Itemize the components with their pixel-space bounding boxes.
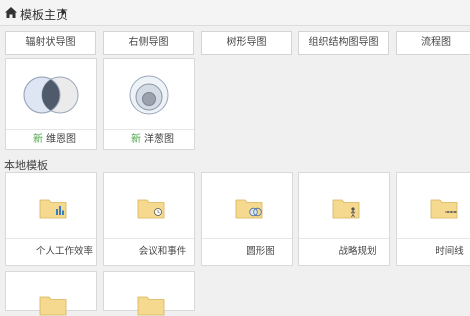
new-badge: 新 (33, 134, 43, 145)
folder-icon (137, 296, 165, 316)
template-card-partial[interactable] (5, 271, 97, 316)
venn-label: 维恩图 (46, 134, 76, 145)
onion-label: 洋葱图 (144, 134, 174, 145)
venn-diagram-icon (23, 76, 79, 114)
chevron-right-icon (62, 8, 66, 16)
folder-icon (39, 199, 67, 219)
section-title: 本地模板 (4, 159, 48, 172)
template-label: 会议和事件 (104, 238, 194, 265)
template-personal-productivity[interactable]: 个人工作效率 (5, 172, 97, 266)
home-icon[interactable] (4, 6, 18, 19)
template-label: 圆形图 (202, 238, 292, 265)
onion-diagram-icon (129, 75, 169, 115)
layout-radial-button[interactable]: 辐射状导图 (5, 31, 96, 55)
folder-icon (235, 199, 263, 219)
template-home-content: 辐射状导图 右侧导图 树形导图 组织结构图导图 流程图 新维恩图 新洋葱图 本地… (0, 26, 470, 316)
folder-icon (39, 296, 67, 316)
folder-icon (332, 199, 360, 219)
template-meetings-events[interactable]: 会议和事件 (103, 172, 195, 266)
onion-caption: 新洋葱图 (104, 129, 194, 149)
template-label: 个人工作效率 (6, 238, 96, 265)
template-strategic-planning[interactable]: 战略规划 (298, 172, 390, 266)
onion-thumbnail (104, 59, 194, 129)
layout-flowchart-button[interactable]: 流程图 (396, 31, 470, 55)
layout-right-button[interactable]: 右侧导图 (103, 31, 194, 55)
venn-diagram-card[interactable]: 新维恩图 (5, 58, 97, 150)
new-badge: 新 (131, 134, 141, 145)
template-label: 战略规划 (299, 238, 389, 265)
template-circle-diagram[interactable]: 圆形图 (201, 172, 293, 266)
template-label: 时间线 (397, 238, 470, 265)
folder-icon (430, 199, 458, 219)
template-card-partial[interactable] (103, 271, 195, 316)
onion-diagram-card[interactable]: 新洋葱图 (103, 58, 195, 150)
layout-tree-button[interactable]: 树形导图 (201, 31, 292, 55)
template-timeline[interactable]: 时间线 (396, 172, 470, 266)
layout-org-chart-button[interactable]: 组织结构图导图 (298, 31, 389, 55)
venn-caption: 新维恩图 (6, 129, 96, 149)
venn-thumbnail (6, 59, 96, 129)
folder-icon (137, 199, 165, 219)
breadcrumb: 模板主页 (0, 0, 470, 26)
